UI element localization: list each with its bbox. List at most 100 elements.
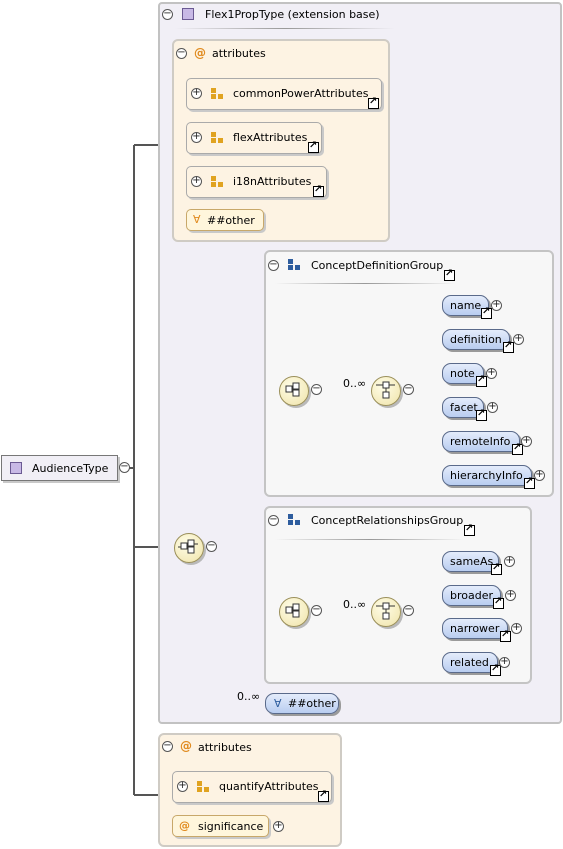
- element-broader[interactable]: broader: [442, 585, 504, 609]
- attribute-icon: @: [179, 819, 190, 832]
- expand-toggle[interactable]: +: [534, 470, 545, 481]
- expand-toggle[interactable]: +: [499, 657, 510, 668]
- element-remote-info[interactable]: remoteInfo: [442, 431, 523, 455]
- collapse-toggle[interactable]: −: [311, 605, 322, 616]
- element-hierarchy-info[interactable]: hierarchyInfo: [442, 465, 535, 489]
- reference-arrow-icon[interactable]: [464, 523, 475, 536]
- attribute-significance[interactable]: @ significance: [172, 815, 269, 837]
- reference-arrow-icon[interactable]: [500, 629, 511, 642]
- any-attribute-label: ##other: [207, 214, 255, 227]
- expand-toggle[interactable]: +: [521, 436, 532, 447]
- group-title: ConceptRelationshipsGroup: [311, 514, 464, 527]
- attribute-group-i18n[interactable]: + i18nAttributes: [186, 166, 327, 198]
- reference-arrow-icon[interactable]: [476, 408, 487, 421]
- expand-toggle[interactable]: +: [504, 556, 515, 567]
- reference-arrow-icon[interactable]: [524, 476, 535, 489]
- element-same-as[interactable]: sameAs: [442, 551, 502, 575]
- expand-toggle[interactable]: +: [191, 132, 202, 143]
- reference-arrow-icon[interactable]: [313, 184, 324, 197]
- attribute-group-icon: [211, 176, 225, 188]
- reference-arrow-icon[interactable]: [503, 340, 514, 353]
- reference-arrow-icon[interactable]: [476, 374, 487, 387]
- expand-toggle[interactable]: +: [513, 334, 524, 345]
- element-label: name: [450, 299, 482, 312]
- any-element-label: ##other: [288, 697, 336, 710]
- collapse-toggle[interactable]: −: [403, 605, 414, 616]
- extension-title-separator: [175, 28, 395, 29]
- reference-arrow-icon[interactable]: [481, 306, 492, 319]
- sequence-compositor-inner[interactable]: [371, 597, 401, 627]
- element-label: note: [450, 367, 475, 380]
- expand-toggle[interactable]: +: [273, 821, 284, 832]
- occurrence-label: 0..∞: [237, 690, 261, 703]
- attribute-icon: @: [194, 46, 206, 60]
- expand-toggle[interactable]: +: [191, 176, 202, 187]
- attribute-group-icon: [211, 132, 225, 144]
- choice-compositor[interactable]: [174, 533, 204, 563]
- element-note[interactable]: note: [442, 363, 487, 387]
- group-title: ConceptDefinitionGroup: [311, 259, 444, 272]
- attribute-group-label: flexAttributes: [233, 131, 308, 144]
- collapse-toggle[interactable]: −: [311, 384, 322, 395]
- attribute-group-label: i18nAttributes: [233, 175, 312, 188]
- reference-arrow-icon[interactable]: [444, 268, 455, 281]
- element-narrower[interactable]: narrower: [442, 618, 511, 642]
- choice-collapse-toggle[interactable]: −: [206, 541, 217, 552]
- any-element-other[interactable]: ∀ ##other: [265, 693, 339, 714]
- expand-toggle[interactable]: +: [505, 590, 516, 601]
- reference-arrow-icon[interactable]: [491, 562, 502, 575]
- element-label: remoteInfo: [450, 435, 511, 448]
- choice-icon: [285, 603, 300, 618]
- group-title-separator: [275, 539, 465, 540]
- expand-toggle[interactable]: +: [177, 781, 188, 792]
- expand-toggle[interactable]: +: [191, 88, 202, 99]
- root-collapse-toggle[interactable]: −: [119, 462, 130, 473]
- attribute-group-label: quantifyAttributes: [219, 780, 319, 793]
- wildcard-icon: ∀: [193, 213, 201, 226]
- wildcard-icon: ∀: [274, 697, 282, 710]
- sequence-compositor-inner[interactable]: [371, 376, 401, 406]
- group-icon: [288, 514, 302, 526]
- expand-toggle[interactable]: +: [486, 368, 497, 379]
- extension-collapse-toggle[interactable]: −: [162, 9, 173, 20]
- collapse-toggle[interactable]: −: [403, 384, 414, 395]
- reference-arrow-icon[interactable]: [318, 789, 329, 802]
- element-related[interactable]: related: [442, 652, 501, 676]
- element-label: sameAs: [450, 555, 494, 568]
- group-collapse-toggle[interactable]: −: [268, 515, 279, 526]
- element-label: narrower: [450, 622, 500, 635]
- root-element[interactable]: AudienceType: [1, 455, 118, 481]
- attribute-group-icon: [197, 781, 211, 793]
- concept-definition-group-panel: [264, 250, 554, 497]
- root-element-label: AudienceType: [32, 462, 109, 475]
- sequence-compositor[interactable]: [279, 376, 309, 406]
- attribute-group-label: commonPowerAttributes: [233, 87, 369, 100]
- group-title-separator: [275, 283, 455, 284]
- sequence-compositor[interactable]: [279, 597, 309, 627]
- reference-arrow-icon[interactable]: [368, 96, 379, 109]
- sequence-icon: [376, 602, 395, 620]
- expand-toggle[interactable]: +: [511, 623, 522, 634]
- element-facet[interactable]: facet: [442, 397, 487, 421]
- group-collapse-toggle[interactable]: −: [268, 260, 279, 271]
- element-name[interactable]: name: [442, 295, 492, 319]
- element-label: facet: [450, 401, 478, 414]
- attributes-collapse-toggle[interactable]: −: [162, 741, 173, 752]
- element-label: broader: [450, 589, 494, 602]
- reference-arrow-icon[interactable]: [493, 596, 504, 609]
- attribute-icon: @: [180, 739, 192, 753]
- sequence-icon: [376, 381, 395, 399]
- element-definition[interactable]: definition: [442, 329, 514, 353]
- complex-type-icon: [10, 462, 22, 474]
- attributes-collapse-toggle[interactable]: −: [176, 48, 187, 59]
- any-attribute-other[interactable]: ∀ ##other: [186, 209, 264, 231]
- attributes-title: attributes: [212, 47, 266, 60]
- element-label: related: [450, 656, 489, 669]
- attribute-group-common-power[interactable]: + commonPowerAttributes: [186, 78, 382, 110]
- element-label: hierarchyInfo: [450, 469, 523, 482]
- expand-toggle[interactable]: +: [491, 300, 502, 311]
- reference-arrow-icon[interactable]: [308, 140, 319, 153]
- attribute-group-flex[interactable]: + flexAttributes: [186, 122, 322, 154]
- expand-toggle[interactable]: +: [487, 402, 498, 413]
- attribute-group-quantify[interactable]: + quantifyAttributes: [172, 771, 332, 803]
